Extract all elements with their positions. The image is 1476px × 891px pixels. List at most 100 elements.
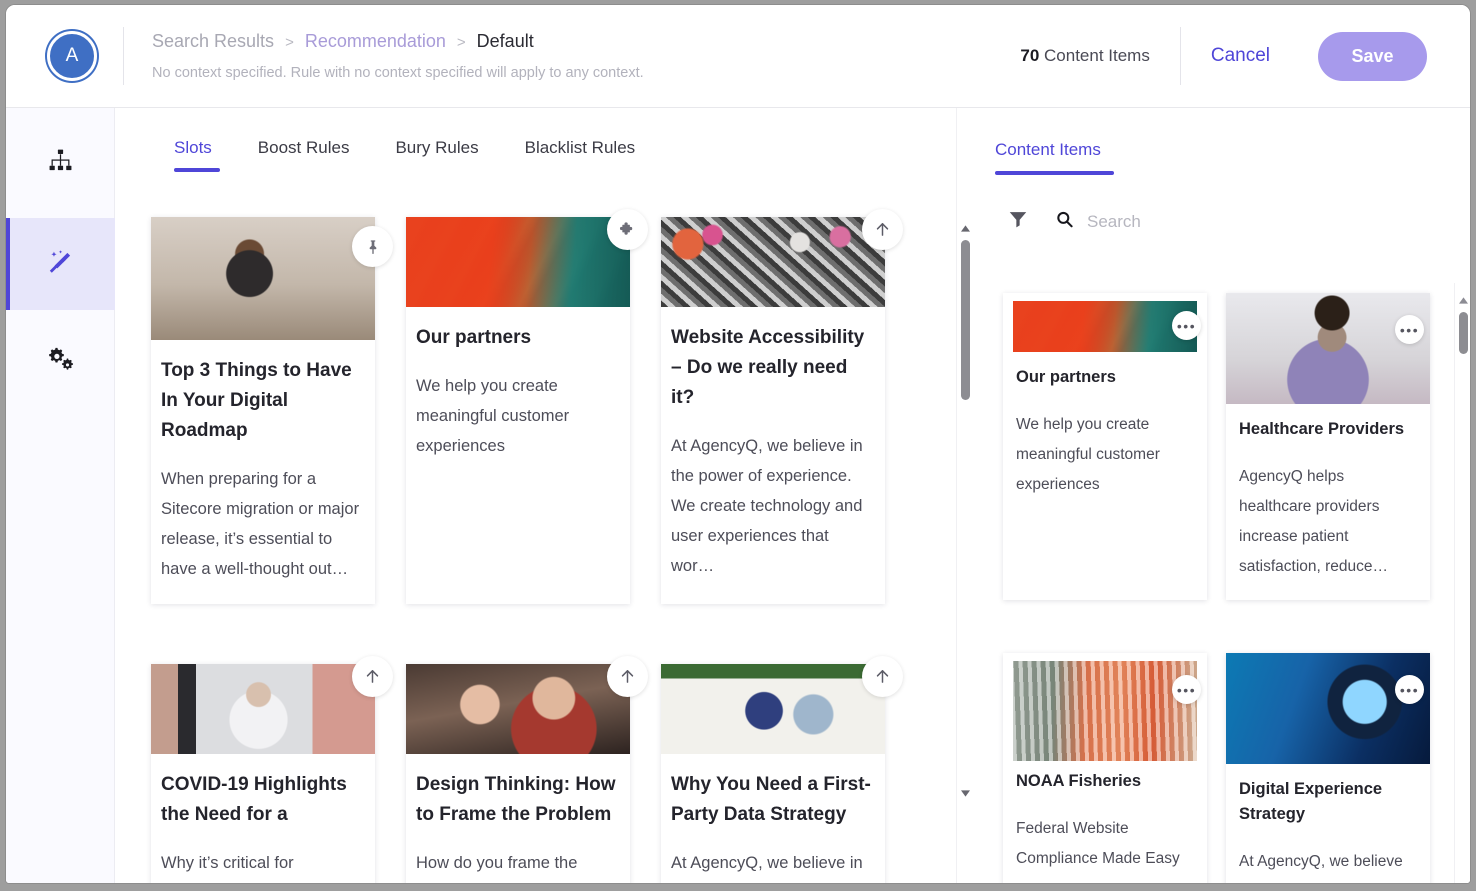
content-item-image xyxy=(1226,293,1430,404)
arrow-up-icon[interactable] xyxy=(862,209,903,250)
content-item-title: Our partners xyxy=(1016,368,1116,386)
gears-icon xyxy=(48,345,74,376)
slot-description: When preparing for a Sitecore migration … xyxy=(161,470,360,578)
breadcrumb-item-search-results[interactable]: Search Results xyxy=(152,29,274,53)
content-item-overflow-menu[interactable]: ••• xyxy=(1395,315,1424,344)
tab-content-items[interactable]: Content Items xyxy=(995,140,1114,175)
slot-body: Design Thinking: How to Frame the Proble… xyxy=(406,754,630,883)
slot-card[interactable]: Website Accessibility – Do we really nee… xyxy=(661,209,903,604)
tab-blacklist-rules[interactable]: Blacklist Rules xyxy=(502,138,659,172)
sidebar-item-settings[interactable] xyxy=(6,310,115,410)
content-item-image xyxy=(1226,653,1430,764)
slot-description: At AgencyQ, we believe in the power of e… xyxy=(671,854,863,872)
breadcrumb-separator-2: > xyxy=(456,34,466,51)
breadcrumb-separator-1: > xyxy=(285,34,294,51)
content-count-label: Content Items xyxy=(1044,46,1150,65)
tab-boost-rules[interactable]: Boost Rules xyxy=(235,138,373,172)
slot-title: Design Thinking: How to Frame the Proble… xyxy=(416,774,616,825)
slot-title: Top 3 Things to Have In Your Digital Roa… xyxy=(161,360,352,441)
slot-body: Why You Need a First-Party Data Strategy… xyxy=(661,754,885,883)
sidebar-item-personalization[interactable] xyxy=(6,218,115,310)
arrow-up-icon[interactable] xyxy=(607,656,648,697)
slot-body: Our partners We help you create meaningf… xyxy=(406,307,630,481)
slot-description: At AgencyQ, we believe in the power of e… xyxy=(671,437,863,575)
slot-image xyxy=(406,664,630,754)
slot-image xyxy=(151,664,375,754)
header-divider xyxy=(123,27,124,85)
content-item-description: AgencyQ helps healthcare providers incre… xyxy=(1239,468,1389,575)
content-item-body: Our partners We help you create meaningf… xyxy=(1003,352,1207,518)
content-items-panel: Content Items Search ••• Our partners We… xyxy=(973,108,1470,883)
arrow-up-icon[interactable] xyxy=(862,656,903,697)
avatar[interactable]: A xyxy=(47,31,97,81)
avatar-initial: A xyxy=(65,45,79,66)
slot-title: Why You Need a First-Party Data Strategy xyxy=(671,774,871,825)
content-item-thumbnail xyxy=(1013,661,1197,761)
content-item-thumbnail xyxy=(1226,653,1430,764)
slot-card[interactable]: Top 3 Things to Have In Your Digital Roa… xyxy=(151,217,393,604)
search-icon[interactable] xyxy=(1055,210,1074,234)
slots-tab-bar: Slots Boost Rules Bury Rules Blacklist R… xyxy=(115,108,972,172)
search-input[interactable] xyxy=(1087,211,1347,232)
content-item-overflow-menu[interactable]: ••• xyxy=(1395,675,1424,704)
slot-body: Top 3 Things to Have In Your Digital Roa… xyxy=(151,340,375,604)
content-items-scrollbar[interactable] xyxy=(1454,283,1470,883)
left-icon-rail xyxy=(6,108,115,883)
app-header: A Search Results > Recommendation > Defa… xyxy=(6,5,1470,108)
search-wrapper xyxy=(1055,210,1347,234)
slots-panel: Slots Boost Rules Bury Rules Blacklist R… xyxy=(115,108,973,883)
slot-card[interactable]: COVID-19 Highlights the Need for a Why i… xyxy=(151,656,393,883)
cancel-button[interactable]: Cancel xyxy=(1211,45,1270,67)
slot-description: We help you create meaningful customer e… xyxy=(416,377,570,455)
content-item-overflow-menu[interactable]: ••• xyxy=(1172,675,1201,704)
content-count-number: 70 xyxy=(1020,46,1040,65)
save-button[interactable]: Save xyxy=(1318,31,1427,81)
slot-description: Why it’s critical for healthcare provide… xyxy=(161,854,294,872)
sidebar-item-sitemap[interactable] xyxy=(6,108,115,218)
slots-scroll-up-arrow[interactable] xyxy=(957,220,974,237)
slot-image xyxy=(661,664,885,754)
content-item-card[interactable]: ••• Digital Experience Strategy At Agenc… xyxy=(1226,653,1430,883)
slots-scroll-thumb[interactable] xyxy=(961,240,970,400)
slot-card[interactable]: Our partners We help you create meaningf… xyxy=(406,209,648,604)
content-item-description: Federal Website Compliance Made Easy xyxy=(1016,820,1180,867)
filter-icon[interactable] xyxy=(1007,208,1029,235)
items-scroll-thumb[interactable] xyxy=(1458,312,1468,354)
slots-scrollbar[interactable] xyxy=(956,108,973,883)
tab-bury-rules[interactable]: Bury Rules xyxy=(372,138,501,172)
content-item-title: Healthcare Providers xyxy=(1239,420,1405,438)
content-item-body: Healthcare Providers AgencyQ helps healt… xyxy=(1226,404,1430,600)
pin-icon[interactable] xyxy=(352,226,393,267)
application-window: A Search Results > Recommendation > Defa… xyxy=(6,5,1470,883)
slots-scroll-down-arrow[interactable] xyxy=(957,785,974,802)
breadcrumb-item-default[interactable]: Default xyxy=(477,29,534,53)
items-scroll-up-arrow[interactable] xyxy=(1455,292,1470,309)
content-item-overflow-menu[interactable]: ••• xyxy=(1172,311,1201,340)
slot-title: Website Accessibility – Do we really nee… xyxy=(671,327,865,408)
content-count: 70 Content Items xyxy=(1020,46,1149,66)
slot-body: Website Accessibility – Do we really nee… xyxy=(661,307,885,601)
content-item-card[interactable]: ••• Healthcare Providers AgencyQ helps h… xyxy=(1226,293,1430,600)
content-item-card[interactable]: ••• Our partners We help you create mean… xyxy=(1003,293,1207,600)
sitemap-icon xyxy=(48,148,73,178)
slot-card[interactable]: Design Thinking: How to Frame the Proble… xyxy=(406,656,648,883)
breadcrumb-item-recommendation[interactable]: Recommendation xyxy=(305,29,446,53)
content-item-title: NOAA Fisheries xyxy=(1016,772,1142,790)
content-item-image xyxy=(1013,661,1197,761)
breadcrumb: Search Results > Recommendation > Defaul… xyxy=(152,29,1020,55)
puzzle-piece-icon[interactable] xyxy=(607,209,648,250)
slots-grid: Top 3 Things to Have In Your Digital Roa… xyxy=(151,209,941,883)
arrow-up-icon[interactable] xyxy=(352,656,393,697)
slots-scroll-area: Top 3 Things to Have In Your Digital Roa… xyxy=(115,200,973,883)
content-item-description: At AgencyQ, we believe in the power of xyxy=(1239,853,1403,870)
tab-slots[interactable]: Slots xyxy=(151,138,235,172)
slot-thumbnail xyxy=(406,217,630,307)
content-item-description: We help you create meaningful customer e… xyxy=(1016,416,1160,493)
slot-thumbnail xyxy=(661,664,885,754)
breadcrumb-block: Search Results > Recommendation > Defaul… xyxy=(152,29,1020,83)
slot-title: COVID-19 Highlights the Need for a xyxy=(161,774,347,825)
slot-card[interactable]: Why You Need a First-Party Data Strategy… xyxy=(661,656,903,883)
content-item-image xyxy=(1013,301,1197,352)
slot-description: How do you frame the problem during a de… xyxy=(416,854,578,872)
content-item-card[interactable]: ••• NOAA Fisheries Federal Website Compl… xyxy=(1003,653,1207,883)
